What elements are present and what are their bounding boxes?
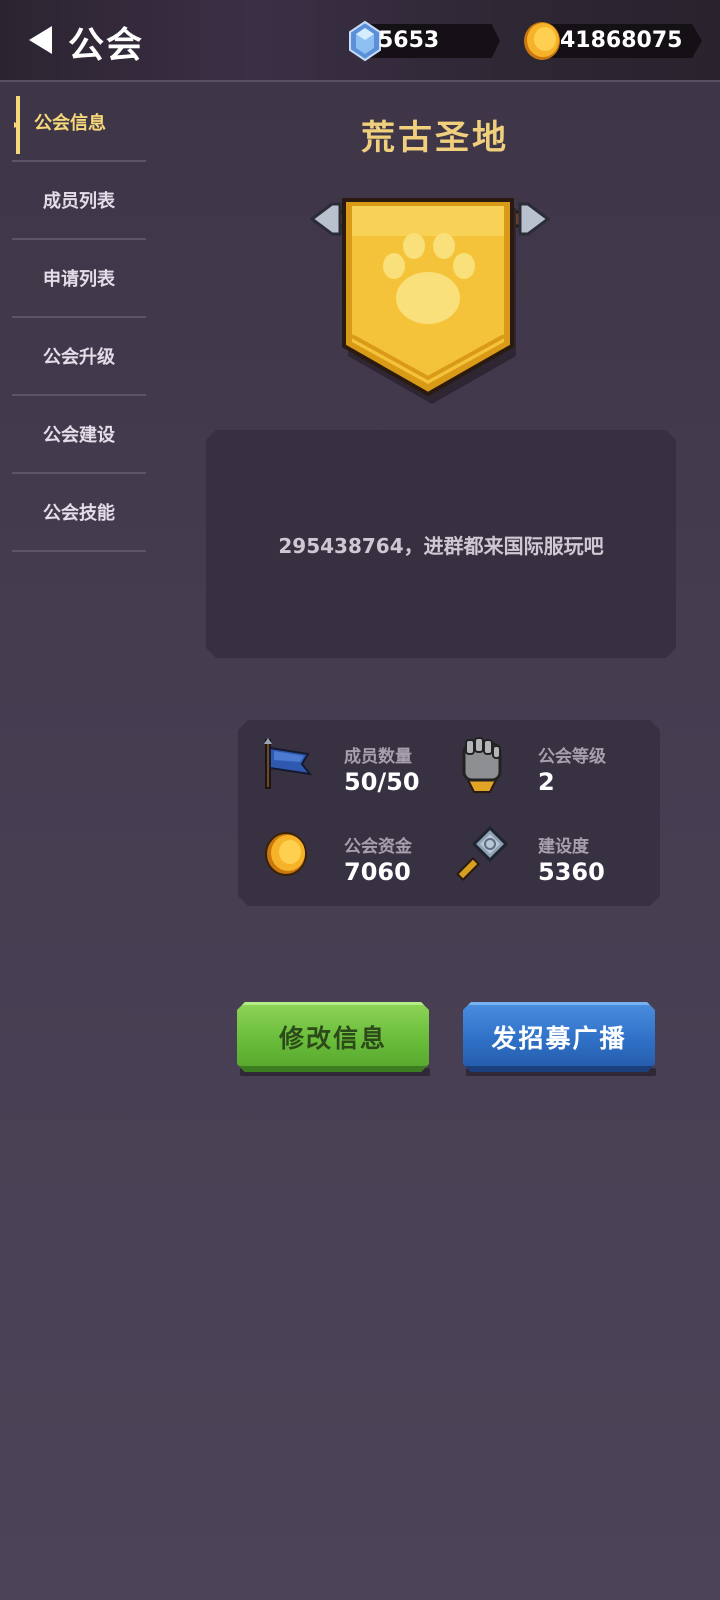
coin-count: 41868075 bbox=[560, 28, 683, 53]
coin-icon bbox=[524, 22, 560, 60]
sidebar-item-member-list[interactable]: 成员列表 bbox=[12, 162, 146, 240]
gem-counter: 5653 bbox=[348, 20, 500, 62]
stat-funds-label: 公会资金 bbox=[344, 837, 412, 857]
stat-construction: 建设度 5360 bbox=[454, 824, 644, 894]
sidebar-item-application-list[interactable]: 申请列表 bbox=[12, 240, 146, 318]
stat-members-value: 50/50 bbox=[344, 768, 420, 796]
sidebar-item-guild-info[interactable]: 公会信息 bbox=[12, 84, 146, 162]
sidebar-item-label: 公会建设 bbox=[43, 425, 115, 446]
stat-members: 成员数量 50/50 bbox=[260, 734, 450, 804]
gem-icon bbox=[349, 20, 381, 62]
sidebar-item-label: 申请列表 bbox=[43, 269, 115, 290]
guild-stats-panel: 成员数量 50/50 公会等级 2 公会资金 7060 建设度 5360 bbox=[238, 720, 660, 906]
guild-banner bbox=[310, 198, 550, 404]
flag-icon bbox=[260, 734, 316, 794]
sidebar-item-guild-upgrade[interactable]: 公会升级 bbox=[12, 318, 146, 396]
gauntlet-icon bbox=[454, 734, 510, 794]
stat-funds: 公会资金 7060 bbox=[260, 824, 450, 894]
sidebar-item-label: 公会技能 bbox=[43, 503, 115, 524]
sidebar-item-guild-skills[interactable]: 公会技能 bbox=[12, 474, 146, 552]
back-arrow-icon[interactable] bbox=[24, 22, 58, 58]
coin-icon bbox=[260, 824, 316, 884]
sidebar-item-label: 公会信息 bbox=[34, 113, 106, 134]
stat-funds-value: 7060 bbox=[344, 858, 411, 886]
stat-level-label: 公会等级 bbox=[538, 747, 606, 767]
active-marker-icon bbox=[14, 96, 20, 154]
edit-info-button[interactable]: 修改信息 bbox=[237, 1002, 429, 1072]
sidebar-item-guild-construction[interactable]: 公会建设 bbox=[12, 396, 146, 474]
top-bar: 公会 5653 41868075 bbox=[0, 0, 720, 82]
stat-construction-value: 5360 bbox=[538, 858, 605, 886]
guild-name: 荒古圣地 bbox=[361, 118, 509, 158]
stat-members-label: 成员数量 bbox=[344, 747, 412, 767]
coin-counter: 41868075 bbox=[522, 22, 702, 60]
sidebar: 公会信息 成员列表 申请列表 公会升级 公会建设 公会技能 bbox=[12, 84, 146, 552]
guild-motto-box: 295438764，进群都来国际服玩吧 bbox=[206, 430, 676, 658]
stat-construction-label: 建设度 bbox=[538, 837, 589, 857]
page-title: 公会 bbox=[68, 25, 145, 66]
stat-level-value: 2 bbox=[538, 768, 555, 796]
gem-count: 5653 bbox=[378, 28, 440, 53]
recruit-broadcast-button[interactable]: 发招募广播 bbox=[463, 1002, 655, 1072]
sidebar-item-label: 成员列表 bbox=[43, 191, 115, 212]
sidebar-item-label: 公会升级 bbox=[43, 347, 115, 368]
guild-motto: 295438764，进群都来国际服玩吧 bbox=[278, 533, 604, 558]
stat-level: 公会等级 2 bbox=[454, 734, 644, 804]
hammer-icon bbox=[454, 824, 510, 884]
